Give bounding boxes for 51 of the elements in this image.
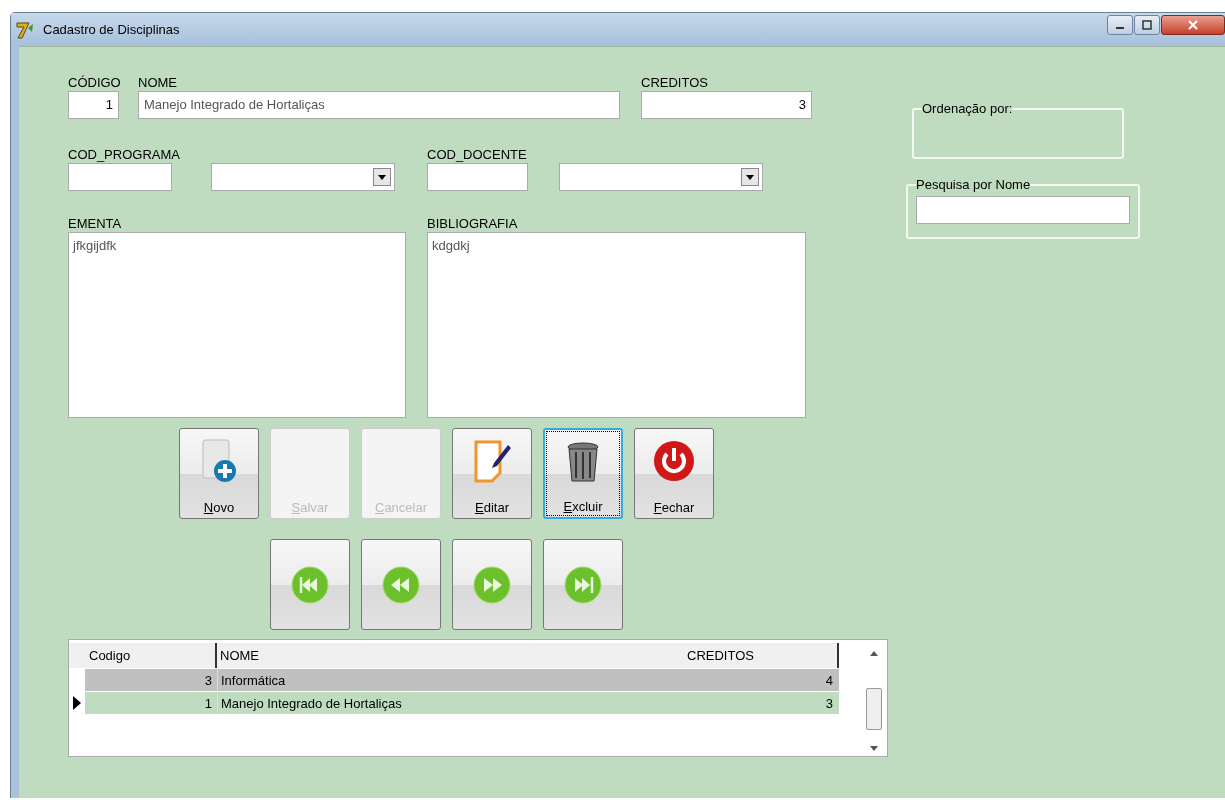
- first-record-button[interactable]: [270, 539, 350, 630]
- close-button[interactable]: [1161, 15, 1225, 35]
- scroll-down-icon[interactable]: [870, 746, 878, 751]
- previous-record-button[interactable]: [361, 539, 441, 630]
- delete-button[interactable]: Excluir: [543, 428, 623, 519]
- edit-button[interactable]: Editar: [452, 428, 532, 519]
- name-field[interactable]: Manejo Integrado de Hortaliças: [138, 91, 620, 119]
- scroll-up-icon[interactable]: [870, 651, 878, 656]
- field-label: NOME: [138, 75, 178, 91]
- edit-pen-icon: [472, 439, 512, 483]
- fast-forward-icon: [472, 564, 512, 605]
- table-cell-text: 1: [203, 695, 213, 711]
- minimize-icon: [1116, 27, 1124, 29]
- power-icon: [652, 439, 696, 483]
- table-cell-text: 4: [824, 671, 834, 690]
- field-label: COD_PROGRAMA: [68, 147, 181, 163]
- table-cell-text: 3: [203, 672, 213, 688]
- bibliography-textarea[interactable]: kdgdkj: [427, 232, 806, 418]
- program-dropdown[interactable]: [211, 163, 395, 191]
- window-title: Cadastro de Disciplinas: [43, 22, 180, 37]
- current-row-icon: [73, 696, 81, 710]
- program-code-field[interactable]: [68, 163, 172, 191]
- table-cell: Manejo Integrado de Hortaliças: [217, 692, 689, 714]
- field-label: CREDITOS: [641, 75, 709, 91]
- field-label: COD_DOCENTE: [427, 147, 528, 163]
- minimize-button[interactable]: [1107, 15, 1133, 35]
- rewind-icon: [381, 564, 421, 605]
- field-label: EMENTA: [68, 216, 123, 232]
- syllabus-textarea[interactable]: jfkgijdfk: [68, 232, 406, 418]
- last-record-button[interactable]: [543, 539, 623, 630]
- table-cell-text: 3: [824, 694, 834, 713]
- next-record-button[interactable]: [452, 539, 532, 630]
- column-header[interactable]: Codigo: [85, 648, 215, 663]
- close-button[interactable]: Fechar: [634, 428, 714, 519]
- app-logo-icon: [15, 19, 35, 40]
- field-label: CÓDIGO: [68, 75, 122, 91]
- search-field[interactable]: [916, 196, 1130, 224]
- field-label: BIBLIOGRAFIA: [427, 216, 519, 232]
- close-icon: [1188, 20, 1198, 30]
- code-field[interactable]: 1: [68, 91, 119, 119]
- maximize-icon: [1142, 20, 1152, 30]
- maximize-button[interactable]: [1134, 15, 1160, 35]
- teacher-code-field[interactable]: [427, 163, 528, 191]
- group-title: Pesquisa por Nome: [916, 177, 1031, 192]
- skip-forward-icon: [563, 564, 603, 605]
- skip-back-icon: [290, 564, 330, 605]
- teacher-dropdown[interactable]: [559, 163, 763, 191]
- group-title: Ordenação por:: [922, 101, 1013, 116]
- credits-field[interactable]: 3: [641, 91, 812, 119]
- new-button[interactable]: Novo: [179, 428, 259, 519]
- new-document-icon: [199, 439, 239, 483]
